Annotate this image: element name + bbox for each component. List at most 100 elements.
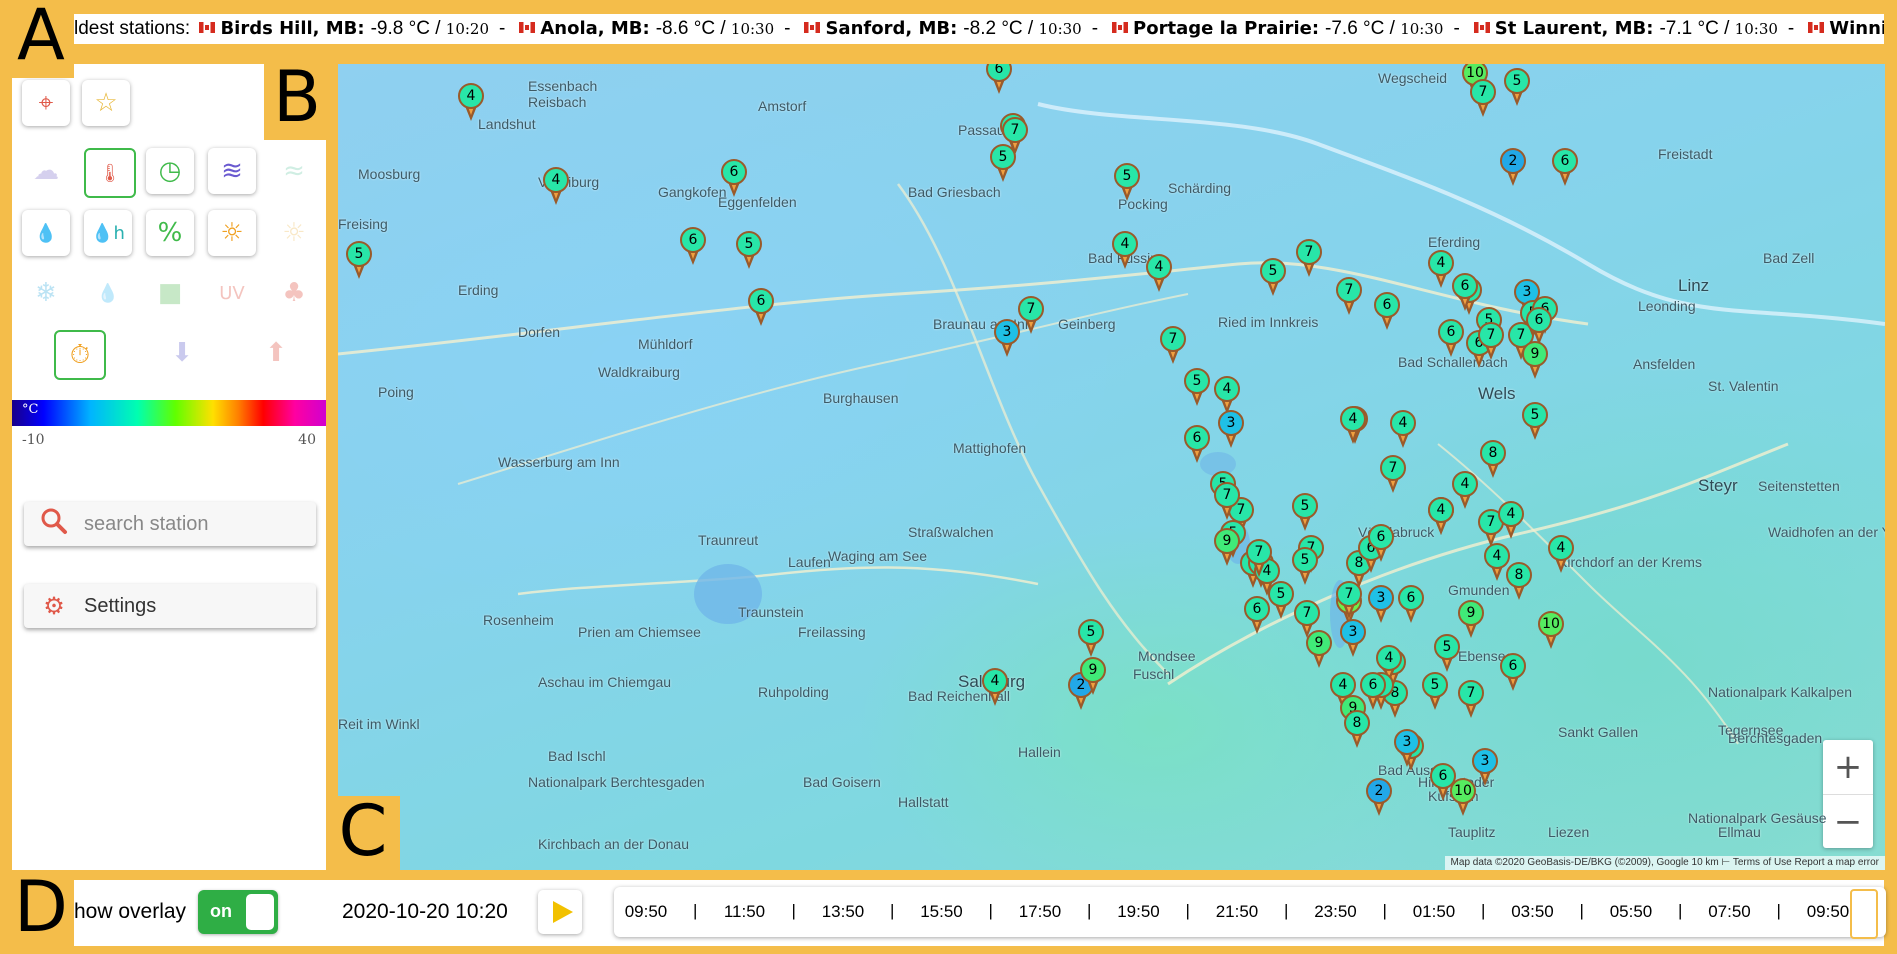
- station-marker[interactable]: 3: [1368, 585, 1394, 625]
- station-marker[interactable]: 6: [1500, 653, 1526, 693]
- station-marker[interactable]: 4: [1548, 535, 1574, 575]
- snowflake-button[interactable]: ❄: [22, 270, 70, 316]
- station-marker[interactable]: 3: [1218, 410, 1244, 450]
- station-marker[interactable]: 4: [1340, 406, 1366, 446]
- station-marker[interactable]: 6: [1374, 292, 1400, 332]
- station-marker[interactable]: 7: [1470, 79, 1496, 119]
- station-marker[interactable]: 9: [1306, 630, 1332, 670]
- overlay-toggle[interactable]: on: [198, 890, 278, 934]
- station-marker[interactable]: 3: [1394, 729, 1420, 769]
- station-marker[interactable]: 7: [1214, 482, 1240, 522]
- station-marker[interactable]: 7: [1380, 455, 1406, 495]
- station-marker[interactable]: 10: [1538, 611, 1564, 651]
- timeline-tick[interactable]: 21:50: [1197, 902, 1277, 922]
- station-marker[interactable]: 7: [1160, 326, 1186, 366]
- time-slider[interactable]: 09:50 | 11:50 | 13:50 | 15:50 | 17:50 | 19:50 | 21:5…: [614, 887, 1886, 939]
- station-marker[interactable]: 7: [1018, 296, 1044, 336]
- play-button[interactable]: [538, 890, 582, 934]
- timeline-tick[interactable]: 23:50: [1296, 902, 1376, 922]
- water-drop-button[interactable]: 💧: [22, 210, 70, 256]
- arrow-up-button[interactable]: ⬆: [252, 330, 300, 376]
- station-marker[interactable]: 4: [543, 167, 569, 207]
- percent-button[interactable]: %: [146, 210, 194, 256]
- station-marker[interactable]: 4: [1428, 497, 1454, 537]
- station-marker[interactable]: 5: [1504, 68, 1530, 108]
- sun-faded-button[interactable]: ☼: [270, 210, 318, 256]
- station-marker[interactable]: 8: [1480, 440, 1506, 480]
- station-marker[interactable]: 5: [1078, 619, 1104, 659]
- timeline-tick[interactable]: 03:50: [1493, 902, 1573, 922]
- timeline-tick[interactable]: 09:50: [606, 902, 686, 922]
- station-marker[interactable]: 4: [1428, 250, 1454, 290]
- station-marker[interactable]: 4: [1390, 410, 1416, 450]
- station-marker[interactable]: 5: [1292, 493, 1318, 533]
- star-button[interactable]: ☆: [82, 80, 130, 126]
- cloud-button[interactable]: ☁: [22, 148, 70, 194]
- station-marker[interactable]: 6: [1368, 524, 1394, 564]
- station-marker[interactable]: 4: [458, 83, 484, 123]
- fog-button[interactable]: ≈: [270, 148, 318, 194]
- station-marker[interactable]: 4: [1498, 501, 1524, 541]
- station-marker[interactable]: 4: [1112, 231, 1138, 271]
- map[interactable]: + − Map data ©2020 GeoBasis-DE/BKG (©200…: [338, 64, 1885, 870]
- station-marker[interactable]: 7: [1458, 680, 1484, 720]
- timeline-tick[interactable]: 13:50: [803, 902, 883, 922]
- station-marker[interactable]: 5: [1422, 672, 1448, 712]
- station-marker[interactable]: 6: [1398, 585, 1424, 625]
- station-marker[interactable]: 6: [986, 64, 1012, 96]
- station-marker[interactable]: 5: [1114, 163, 1140, 203]
- zoom-in-button[interactable]: +: [1823, 740, 1873, 795]
- station-marker[interactable]: 2: [1366, 778, 1392, 818]
- arrow-down-button[interactable]: ⬇: [158, 330, 206, 376]
- gauge-button[interactable]: ◷: [146, 148, 194, 194]
- station-marker[interactable]: 8: [1344, 710, 1370, 750]
- station-marker[interactable]: 6: [721, 159, 747, 199]
- station-marker[interactable]: 4: [1146, 254, 1172, 294]
- station-marker[interactable]: 5: [1522, 402, 1548, 442]
- search-station-button[interactable]: search station: [24, 502, 316, 546]
- station-marker[interactable]: 9: [1214, 528, 1240, 568]
- station-marker[interactable]: 6: [748, 288, 774, 328]
- station-marker[interactable]: 6: [1438, 319, 1464, 359]
- people-button[interactable]: ♣: [270, 270, 318, 316]
- zoom-out-button[interactable]: −: [1823, 795, 1873, 849]
- station-marker[interactable]: 6: [1360, 672, 1386, 712]
- timeline-tick[interactable]: 01:50: [1394, 902, 1474, 922]
- station-marker[interactable]: 10: [1450, 778, 1476, 818]
- station-marker[interactable]: 5: [346, 241, 372, 281]
- station-marker[interactable]: 4: [1484, 543, 1510, 583]
- timeline-tick[interactable]: 09:50: [1788, 902, 1868, 922]
- station-marker[interactable]: 7: [1002, 117, 1028, 157]
- station-marker[interactable]: 6: [1452, 273, 1478, 313]
- station-marker[interactable]: 6: [1184, 425, 1210, 465]
- timeline-tick[interactable]: 15:50: [902, 902, 982, 922]
- station-marker[interactable]: 4: [1452, 471, 1478, 511]
- sun-button[interactable]: ☼: [208, 210, 256, 256]
- station-marker[interactable]: 5: [1434, 634, 1460, 674]
- timeline-tick[interactable]: 07:50: [1690, 902, 1770, 922]
- station-marker[interactable]: 2: [1500, 148, 1526, 188]
- station-marker[interactable]: 6: [680, 227, 706, 267]
- station-marker[interactable]: 5: [1292, 547, 1318, 587]
- station-marker[interactable]: 7: [1336, 581, 1362, 621]
- uv-button[interactable]: UV: [208, 270, 256, 316]
- timeline-tick[interactable]: 11:50: [705, 902, 785, 922]
- station-marker[interactable]: 7: [1478, 322, 1504, 362]
- station-marker[interactable]: 3: [994, 319, 1020, 359]
- station-marker[interactable]: 9: [1458, 600, 1484, 640]
- station-marker[interactable]: 5: [1260, 258, 1286, 298]
- timeline-tick[interactable]: 19:50: [1099, 902, 1179, 922]
- station-marker[interactable]: 6: [1244, 596, 1270, 636]
- locate-button[interactable]: ⌖: [22, 80, 70, 126]
- station-marker[interactable]: 4: [982, 668, 1008, 708]
- timeline-tick[interactable]: 17:50: [1000, 902, 1080, 922]
- timer-button[interactable]: ⏱: [54, 330, 106, 380]
- settings-button[interactable]: ⚙ Settings: [24, 584, 316, 628]
- station-marker[interactable]: 5: [736, 231, 762, 271]
- station-marker[interactable]: 3: [1340, 619, 1366, 659]
- station-marker[interactable]: 9: [1080, 657, 1106, 697]
- station-marker[interactable]: 5: [1184, 368, 1210, 408]
- station-marker[interactable]: 5: [1268, 581, 1294, 621]
- humidity-button[interactable]: 💧h: [84, 210, 132, 256]
- timeline-tick[interactable]: 05:50: [1591, 902, 1671, 922]
